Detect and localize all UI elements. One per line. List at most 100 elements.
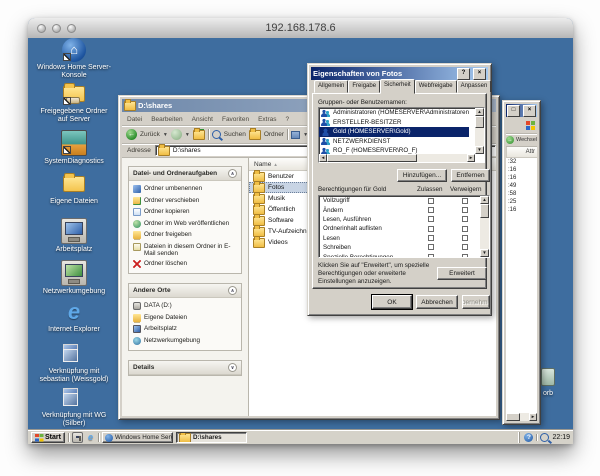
quick-launch-desktop-icon[interactable] xyxy=(72,432,83,443)
up-folder-icon[interactable] xyxy=(193,130,205,140)
forward-icon[interactable] xyxy=(171,129,182,140)
details-box-header[interactable]: Details ∨ xyxy=(129,361,241,375)
remove-button[interactable]: Entfernen xyxy=(451,169,490,182)
search-button[interactable]: Suchen xyxy=(224,131,246,138)
time-cell[interactable]: :16 xyxy=(506,206,537,214)
desktop-icon-shared-folders[interactable]: Freigegebene Ordner auf Server xyxy=(34,82,114,124)
scrollbar-thumb[interactable] xyxy=(506,413,520,421)
time-cell[interactable]: :32 xyxy=(506,158,537,166)
desktop-icon-my-computer[interactable]: Arbeitsplatz xyxy=(34,218,114,254)
help-tray-icon[interactable]: ? xyxy=(524,433,533,442)
scrollbar-thumb[interactable] xyxy=(480,204,489,218)
allow-checkbox[interactable] xyxy=(428,207,434,213)
advanced-button[interactable]: Erweitert xyxy=(437,267,487,280)
tasks-box-header[interactable]: Datei- und Ordneraufgaben ∧ xyxy=(129,167,241,181)
user-row[interactable]: Administratoren (HOMESERVER\Administrato… xyxy=(319,108,469,118)
task-copy-folder[interactable]: Ordner kopieren xyxy=(133,208,237,216)
desktop-icon-my-documents[interactable]: Eigene Dateien xyxy=(34,172,114,206)
side-window-titlebar[interactable]: _ □ × xyxy=(506,104,537,117)
expand-chevron-icon[interactable]: ∨ xyxy=(228,363,237,372)
back-button[interactable]: Zurück xyxy=(140,131,160,138)
time-cell[interactable]: :49 xyxy=(506,182,537,190)
tab-sicherheit[interactable]: Sicherheit xyxy=(380,79,415,94)
deny-checkbox[interactable] xyxy=(462,244,468,250)
scroll-right-icon[interactable]: ► xyxy=(529,413,537,421)
allow-checkbox[interactable] xyxy=(428,244,434,250)
time-cell[interactable]: :16 xyxy=(506,166,537,174)
mac-close-button[interactable] xyxy=(37,24,46,33)
place-my-documents[interactable]: Eigene Dateien xyxy=(133,314,237,322)
time-cell[interactable]: :16 xyxy=(506,174,537,182)
scroll-down-icon[interactable]: ▼ xyxy=(480,249,489,257)
time-cell[interactable]: :58 xyxy=(506,190,537,198)
scrollbar-thumb[interactable] xyxy=(327,154,417,162)
desktop-icon-whs-console[interactable]: ⌂ Windows Home Server-Konsole xyxy=(34,38,114,80)
vertical-scrollbar[interactable]: ▲ ▼ xyxy=(480,196,489,257)
user-row[interactable]: NETZWERKDIENST xyxy=(319,137,469,147)
allow-checkbox[interactable] xyxy=(428,254,434,258)
horizontal-scrollbar[interactable]: ► xyxy=(506,413,537,421)
horizontal-scrollbar[interactable]: ◄ ► xyxy=(319,154,475,162)
windows-desktop[interactable]: ⌂ Windows Home Server-Konsole Freigegebe… xyxy=(28,38,573,444)
user-row-selected[interactable]: Gold (HOMESERVER\Gold) xyxy=(319,127,469,137)
scroll-left-icon[interactable]: ◄ xyxy=(319,154,327,162)
deny-checkbox[interactable] xyxy=(462,235,468,241)
desktop-icon-rdp-wg[interactable]: Verknüpfung mit WG (Silber) xyxy=(34,386,114,428)
magnifier-tray-icon[interactable] xyxy=(540,433,549,442)
scrollbar-thumb[interactable] xyxy=(475,116,484,128)
places-box-header[interactable]: Andere Orte ∧ xyxy=(129,284,241,298)
tab-anpassen[interactable]: Anpassen xyxy=(457,80,492,93)
add-button[interactable]: Hinzufügen... xyxy=(397,169,447,182)
views-icon[interactable] xyxy=(291,131,300,139)
desktop-icon-rdp-sebastian[interactable]: Verknüpfung mit sebastian (Weissgold) xyxy=(34,342,114,384)
cancel-button[interactable]: Abbrechen xyxy=(416,295,458,309)
allow-checkbox[interactable] xyxy=(428,235,434,241)
time-cell[interactable]: :25 xyxy=(506,198,537,206)
mac-zoom-button[interactable] xyxy=(67,24,76,33)
menu-extras[interactable]: Extras xyxy=(258,116,276,123)
allow-checkbox[interactable] xyxy=(428,198,434,204)
place-network[interactable]: Netzwerkumgebung xyxy=(133,337,237,345)
allow-checkbox[interactable] xyxy=(428,216,434,222)
scroll-up-icon[interactable]: ▲ xyxy=(475,108,484,116)
deny-checkbox[interactable] xyxy=(462,198,468,204)
place-data-drive[interactable]: DATA (D:) xyxy=(133,302,237,310)
scroll-down-icon[interactable]: ▼ xyxy=(475,146,484,154)
menu-help[interactable]: ? xyxy=(286,116,290,123)
task-email-files[interactable]: Dateien in diesem Ordner in E-Mail sende… xyxy=(133,243,237,257)
go-button[interactable]: Wechseln zu xyxy=(516,137,537,143)
taskbar-button-whs-console[interactable]: Windows Home Server-K... xyxy=(102,432,173,443)
tab-freigabe[interactable]: Freigabe xyxy=(348,80,380,93)
deny-checkbox[interactable] xyxy=(462,216,468,222)
forward-dropdown-icon[interactable]: ▼ xyxy=(185,132,190,138)
place-my-computer[interactable]: Arbeitsplatz xyxy=(133,325,237,333)
deny-checkbox[interactable] xyxy=(462,207,468,213)
menu-datei[interactable]: Datei xyxy=(127,116,142,123)
allow-checkbox[interactable] xyxy=(428,226,434,232)
taskbar-button-dshares[interactable]: D:\shares xyxy=(176,432,247,443)
task-publish-folder[interactable]: Ordner im Web veröffentlichen xyxy=(133,220,237,228)
desktop-icon-internet-explorer[interactable]: e Internet Explorer xyxy=(34,300,114,334)
mac-titlebar[interactable]: 192.168.178.6 xyxy=(28,18,573,39)
close-icon[interactable]: × xyxy=(473,68,486,80)
desktop-icon-system-diagnostics[interactable]: SystemDiagnostics xyxy=(34,130,114,166)
back-dropdown-icon[interactable]: ▼ xyxy=(163,132,168,138)
task-share-folder[interactable]: Ordner freigeben xyxy=(133,231,237,239)
apply-button[interactable]: Übernehmen xyxy=(462,295,490,309)
quick-launch-ie-icon[interactable]: e xyxy=(86,433,95,442)
attr-column-header[interactable]: Attr xyxy=(506,147,537,158)
task-delete-folder[interactable]: Ordner löschen xyxy=(133,260,237,268)
close-icon[interactable]: × xyxy=(523,105,536,117)
collapse-chevron-icon[interactable]: ∧ xyxy=(228,169,237,178)
maximize-icon[interactable]: □ xyxy=(507,105,520,117)
vertical-scrollbar[interactable]: ▲ ▼ xyxy=(475,108,484,154)
help-icon[interactable]: ? xyxy=(457,68,470,80)
start-button[interactable]: Start xyxy=(31,432,65,443)
deny-checkbox[interactable] xyxy=(462,254,468,258)
mac-minimize-button[interactable] xyxy=(52,24,61,33)
scroll-up-icon[interactable]: ▲ xyxy=(480,196,489,204)
folders-button[interactable]: Ordner xyxy=(264,131,284,138)
ok-button[interactable]: OK xyxy=(372,295,412,309)
deny-checkbox[interactable] xyxy=(462,226,468,232)
menu-bearbeiten[interactable]: Bearbeiten xyxy=(151,116,182,123)
